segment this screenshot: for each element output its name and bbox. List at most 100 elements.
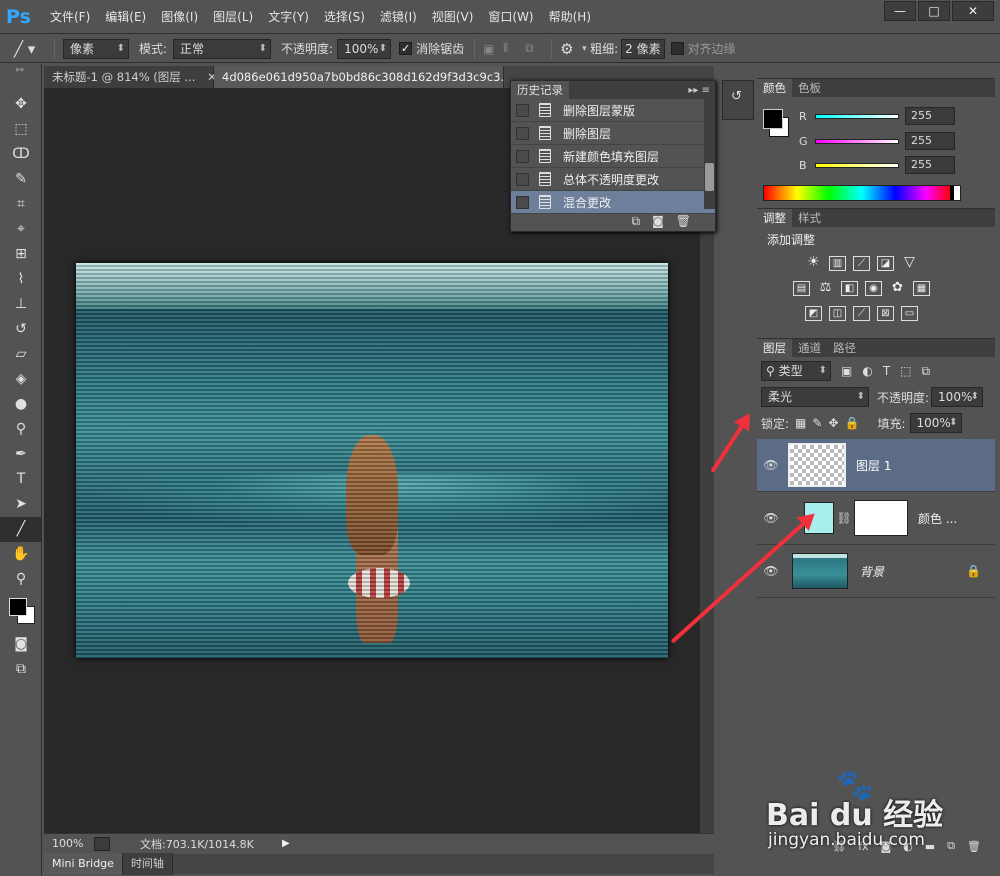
threshold-icon[interactable]: ⟋ — [853, 306, 870, 321]
toolbar-grip[interactable]: ▸▸ — [0, 64, 41, 92]
black-white-icon[interactable]: ◧ — [841, 281, 858, 296]
gradient-map-icon[interactable]: ▭ — [901, 306, 918, 321]
screen-mode-icon[interactable]: ⧉ — [0, 657, 42, 682]
layer-row-background[interactable]: 👁 背景 🔒 — [757, 545, 995, 598]
layer-filter-dropdown[interactable]: ⚲ 类型 — [761, 361, 831, 381]
filter-type-icon[interactable]: T — [883, 364, 890, 378]
healing-brush-tool-icon[interactable]: ⊞ — [0, 242, 42, 267]
zoom-level[interactable]: 100% — [44, 837, 94, 850]
history-snapshot-checkbox[interactable] — [516, 172, 529, 186]
blend-mode-dropdown[interactable]: 柔光 — [761, 387, 869, 407]
unit-dropdown[interactable]: 像素 — [63, 38, 129, 59]
eye-icon[interactable]: 👁 — [760, 564, 782, 578]
line-tool-icon[interactable]: ╱ — [0, 517, 42, 542]
lock-transparent-icon[interactable]: ▦ — [795, 416, 806, 430]
brightness-contrast-icon[interactable]: ☀ — [805, 255, 822, 271]
history-panel-title[interactable]: 历史记录 — [511, 81, 569, 99]
curves-icon[interactable]: ⟋ — [853, 256, 870, 271]
menu-file[interactable]: 文件(F) — [42, 0, 97, 34]
status-menu-arrow-icon[interactable]: ▶ — [282, 838, 294, 849]
levels-icon[interactable]: ▥ — [829, 256, 846, 271]
stamp-tool-icon[interactable]: ⊥ — [0, 292, 42, 317]
move-tool-icon[interactable]: ✥ — [0, 92, 42, 117]
eraser-tool-icon[interactable]: ▱ — [0, 342, 42, 367]
selective-color-icon[interactable]: ⊠ — [877, 306, 894, 321]
chain-link-icon[interactable]: ⛓ — [834, 511, 854, 525]
gear-icon[interactable]: ⚙ — [560, 40, 582, 58]
filter-shape-icon[interactable]: ⬚ — [900, 364, 911, 378]
paint-bucket-tool-icon[interactable]: ◈ — [0, 367, 42, 392]
antialias-checkbox[interactable]: ✓ — [399, 42, 413, 55]
history-snapshot-checkbox[interactable] — [516, 149, 529, 163]
panel-menu-icon[interactable]: ▸▸ ≡ — [688, 85, 715, 96]
layer-opacity-input[interactable]: 100% — [931, 387, 984, 407]
channel-b-slider[interactable] — [815, 162, 899, 168]
color-balance-icon[interactable]: ⚖ — [817, 281, 834, 296]
filter-smart-object-icon[interactable]: ⧉ — [922, 364, 931, 379]
tab-mini-bridge[interactable]: Mini Bridge — [44, 853, 123, 875]
lock-position-icon[interactable]: ✥ — [828, 416, 838, 430]
fill-input[interactable]: 100% — [909, 413, 962, 433]
tab-styles[interactable]: 样式 — [792, 209, 827, 227]
filter-adjustment-icon[interactable]: ◐ — [862, 364, 872, 378]
trash-icon[interactable]: 🗑 — [676, 214, 691, 228]
tab-untitled-1[interactable]: 未标题-1 @ 814% (图层 ... ✕ — [44, 66, 217, 88]
opacity-input[interactable]: 100% — [337, 38, 392, 59]
lock-pixels-icon[interactable]: ✎ — [812, 416, 822, 430]
exposure-icon[interactable]: ◪ — [877, 256, 894, 271]
tab-active-document[interactable]: 4d086e061d950a7b0bd86c308d162d9f3d3c9c3.… — [214, 66, 504, 88]
menu-type[interactable]: 文字(Y) — [260, 0, 316, 34]
menu-filter[interactable]: 滤镜(I) — [372, 0, 424, 34]
status-icon[interactable] — [94, 836, 110, 851]
channel-b-input[interactable]: 255 — [905, 156, 955, 174]
history-item[interactable]: 删除图层 — [511, 122, 715, 145]
type-tool-icon[interactable]: T — [0, 467, 42, 492]
line-tool-preset-icon[interactable]: ╱ ▾ — [14, 40, 54, 58]
brush-tool-icon[interactable]: ⌇ — [0, 267, 42, 292]
tab-swatches[interactable]: 色板 — [792, 79, 827, 97]
path-align-icon[interactable]: ⫴ — [503, 41, 525, 56]
history-panel-icon[interactable]: ↺ — [731, 89, 747, 107]
channel-g-slider[interactable] — [815, 138, 899, 144]
color-swatches[interactable] — [0, 592, 41, 632]
quick-select-tool-icon[interactable]: ✎ — [0, 167, 42, 192]
marquee-tool-icon[interactable]: ⬚ — [0, 117, 42, 142]
eye-icon[interactable]: 👁 — [760, 511, 782, 525]
path-arrange-icon[interactable]: ⧉ — [525, 41, 551, 56]
tab-timeline[interactable]: 时间轴 — [122, 853, 173, 875]
dodge-tool-icon[interactable]: ⚲ — [0, 417, 42, 442]
menu-layer[interactable]: 图层(L) — [205, 0, 260, 34]
close-button[interactable]: ✕ — [952, 1, 994, 21]
lock-all-icon[interactable]: 🔒 — [845, 416, 860, 430]
document-image[interactable] — [76, 263, 668, 658]
menu-select[interactable]: 选择(S) — [316, 0, 372, 34]
eye-icon[interactable]: 👁 — [760, 458, 782, 472]
eyedropper-tool-icon[interactable]: ⌖ — [0, 217, 42, 242]
layer-name[interactable]: 背景 — [860, 563, 884, 580]
tab-layers[interactable]: 图层 — [757, 339, 792, 357]
history-item[interactable]: 新建颜色填充图层 — [511, 145, 715, 168]
menu-help[interactable]: 帮助(H) — [541, 0, 598, 34]
history-item[interactable]: 删除图层蒙版 — [511, 99, 715, 122]
crop-tool-icon[interactable]: ⌗ — [0, 192, 42, 217]
filter-pixel-icon[interactable]: ▣ — [841, 364, 852, 378]
history-item[interactable]: 总体不透明度更改 — [511, 168, 715, 191]
tab-paths[interactable]: 路径 — [827, 339, 862, 357]
layer-name[interactable]: 颜色 ... — [918, 510, 957, 527]
hue-saturation-icon[interactable]: ▤ — [793, 281, 810, 296]
path-ops-icon[interactable]: ▣ — [483, 42, 503, 56]
menu-image[interactable]: 图像(I) — [153, 0, 205, 34]
posterize-icon[interactable]: ◫ — [829, 306, 846, 321]
channel-r-slider[interactable] — [815, 113, 899, 119]
layer-row-color-fill[interactable]: 👁 ⛓ 颜色 ... — [757, 492, 995, 545]
channel-mixer-icon[interactable]: ✿ — [889, 281, 906, 296]
hand-tool-icon[interactable]: ✋ — [0, 542, 42, 567]
channel-g-input[interactable]: 255 — [905, 132, 955, 150]
new-document-from-state-icon[interactable]: ⧉ — [632, 214, 641, 229]
mode-dropdown[interactable]: 正常 — [173, 38, 272, 59]
channel-r-input[interactable]: 255 — [905, 107, 955, 125]
weight-input[interactable]: 2 像素 — [621, 38, 665, 59]
tab-channels[interactable]: 通道 — [792, 339, 827, 357]
history-scrollbar-thumb[interactable] — [705, 163, 714, 191]
vibrance-icon[interactable]: ▽ — [901, 255, 918, 271]
